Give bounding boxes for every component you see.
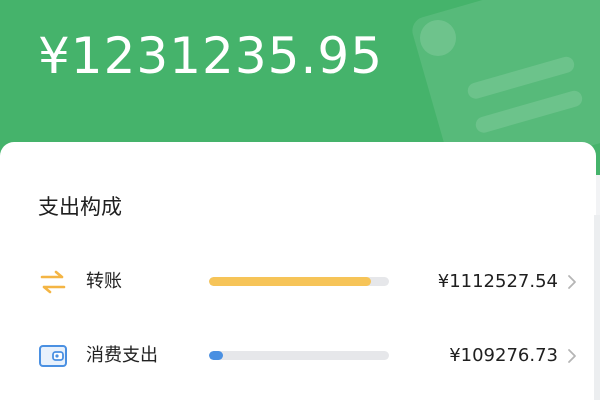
chevron-right-icon xyxy=(568,275,576,289)
progress-bar xyxy=(209,277,389,286)
section-title: 支出构成 xyxy=(38,195,122,219)
chevron-right-icon xyxy=(568,349,576,363)
row-amount: ¥1112527.54 xyxy=(437,271,558,292)
wallet-icon xyxy=(39,345,67,367)
scrollbar[interactable] xyxy=(594,215,600,400)
row-label: 消费支出 xyxy=(86,345,158,366)
breakdown-row-consumption[interactable]: 消费支出 ¥109276.73 xyxy=(0,336,596,376)
total-amount: ¥1231235.95 xyxy=(38,27,384,85)
row-label: 转账 xyxy=(86,271,122,292)
breakdown-row-transfer[interactable]: 转账 ¥1112527.54 xyxy=(0,262,596,302)
expense-breakdown-card: 支出构成 转账 ¥1112527.54 消费支出 ¥109276.73 xyxy=(0,142,596,400)
transfer-arrows-icon xyxy=(40,270,66,294)
row-amount: ¥109276.73 xyxy=(449,345,558,366)
expense-summary-screen: ¥1231235.95 支出构成 转账 ¥1112527.54 消费支出 ¥10… xyxy=(0,0,600,400)
progress-bar xyxy=(209,351,389,360)
progress-bar-fill xyxy=(209,351,224,360)
progress-bar-fill xyxy=(209,277,371,286)
